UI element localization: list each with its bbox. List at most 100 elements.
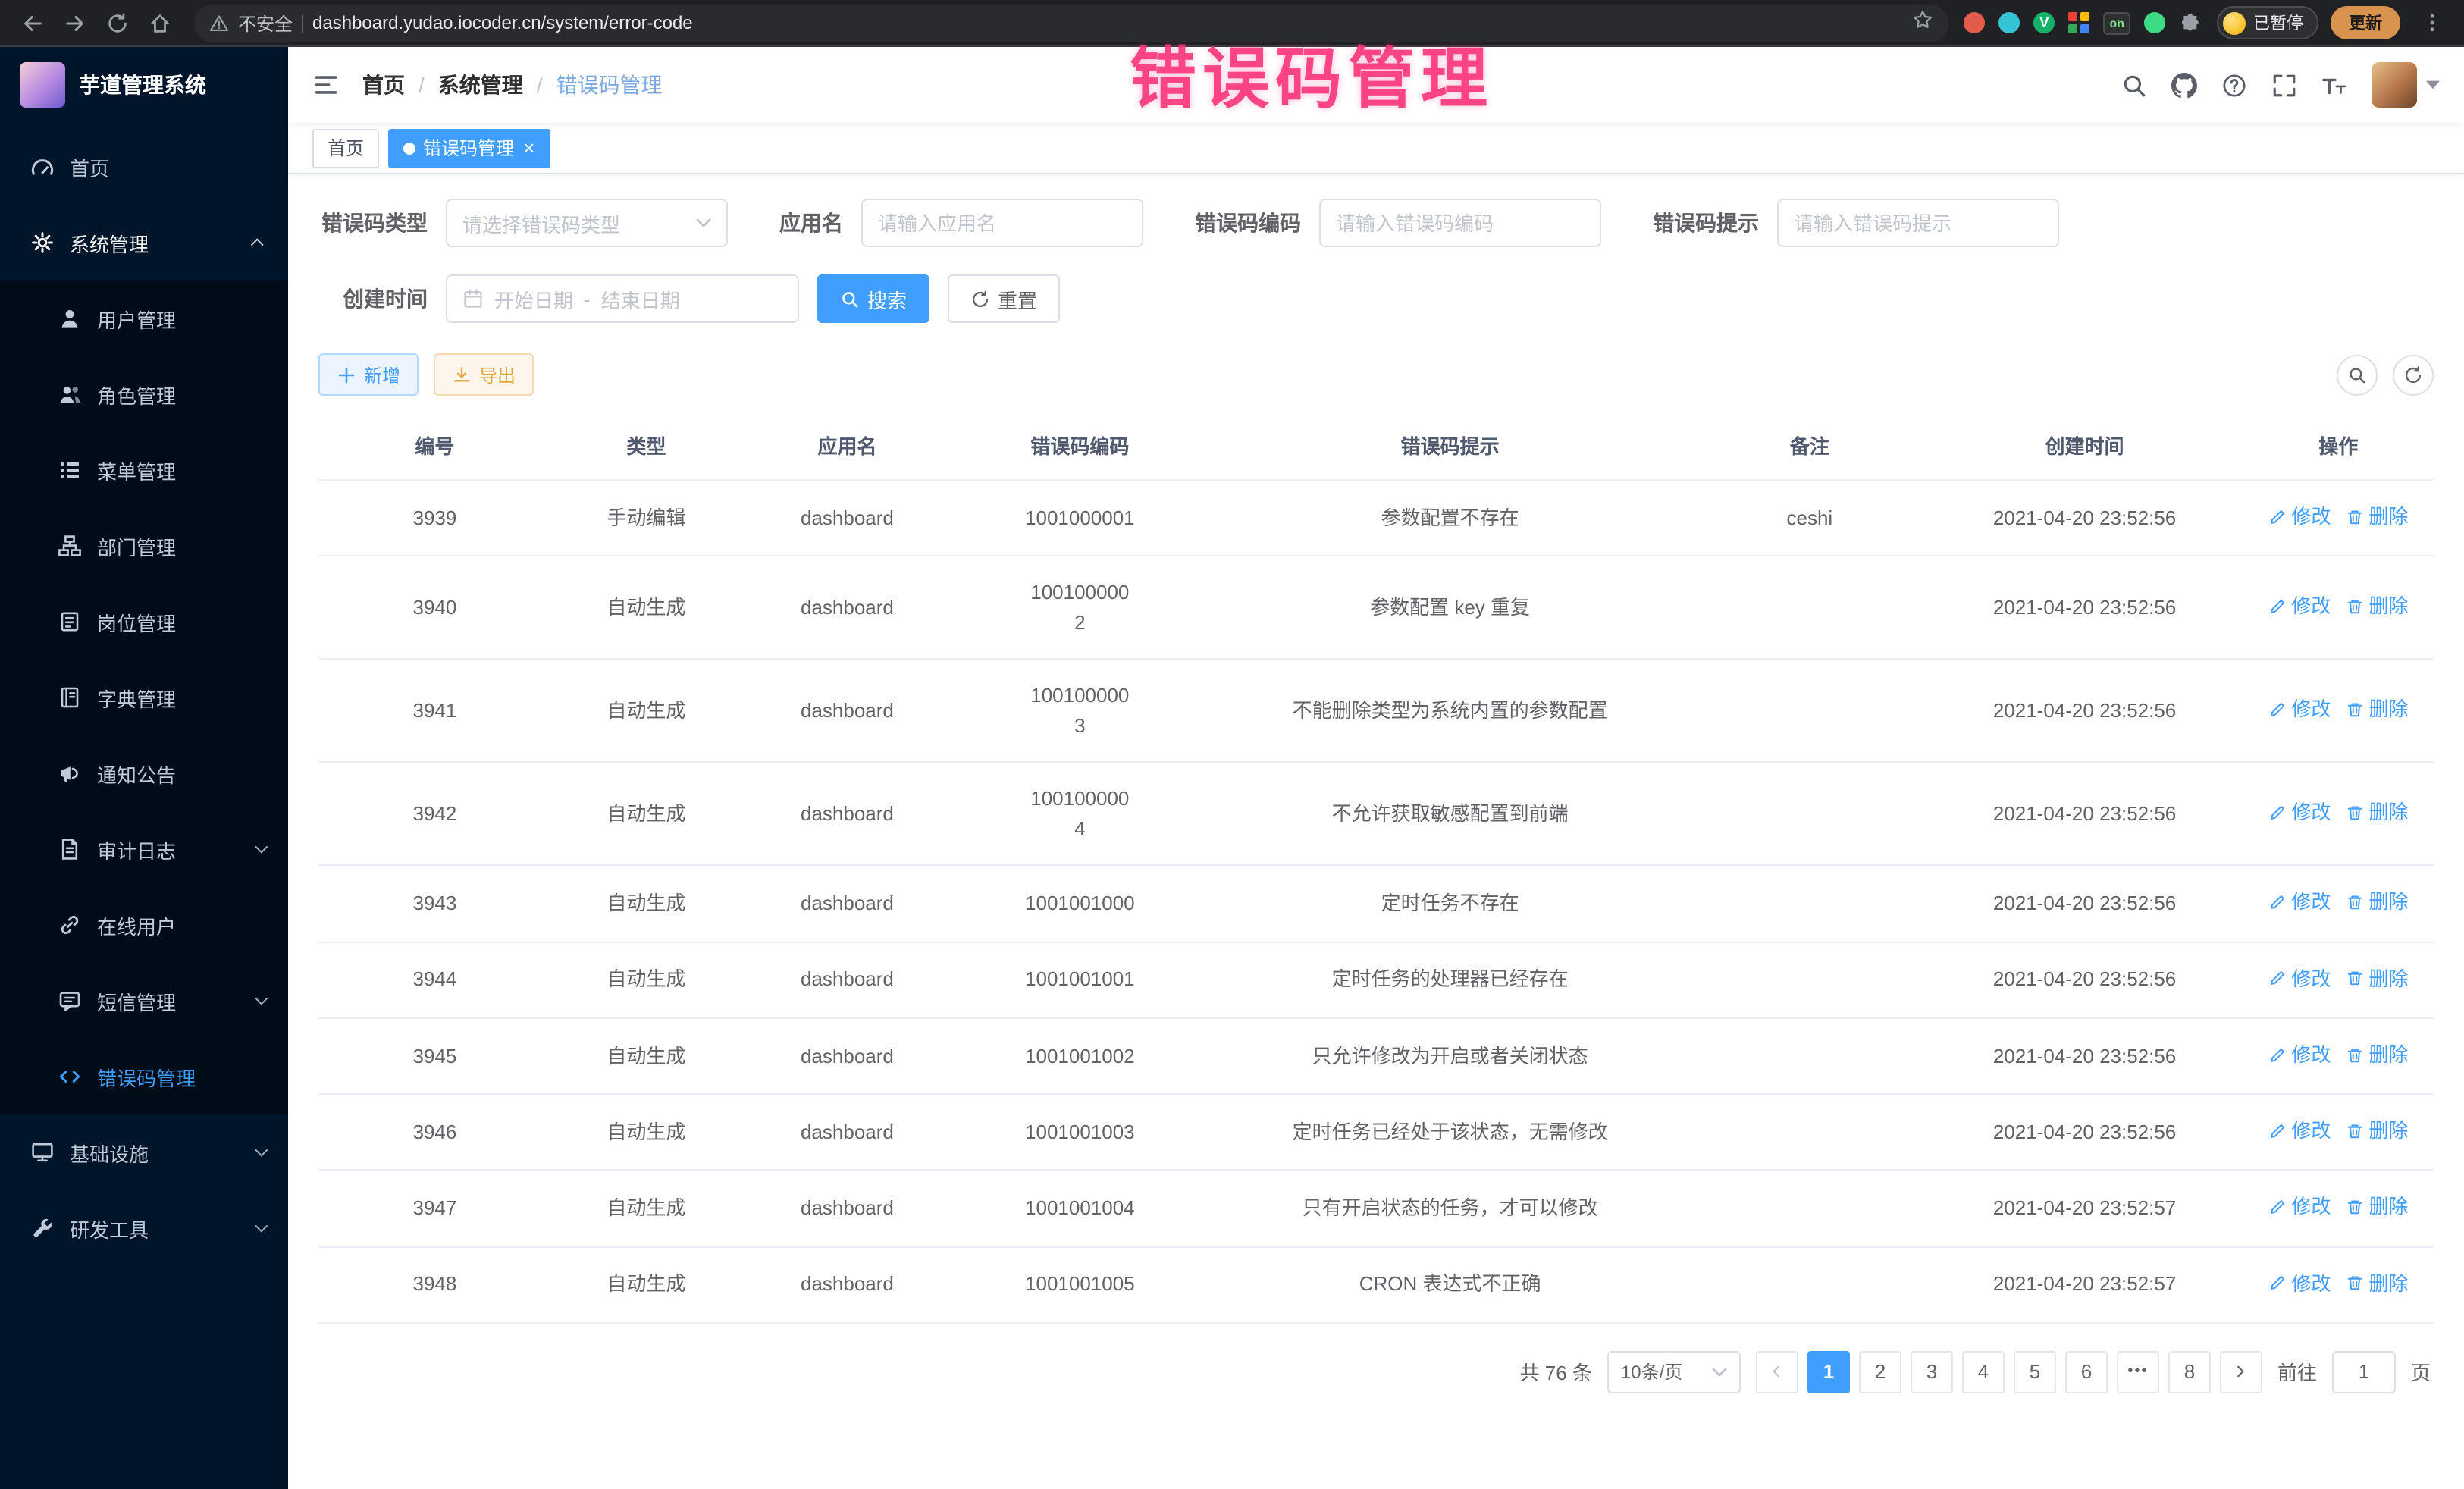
sidebar-item-system-management[interactable]: 系统管理 xyxy=(0,205,288,281)
help-icon[interactable] xyxy=(2221,72,2247,98)
edit-link[interactable]: 修改 xyxy=(2268,502,2331,531)
goto-page-input[interactable] xyxy=(2332,1351,2396,1393)
extension-icon[interactable]: V xyxy=(2033,12,2055,33)
cell-actions: 修改删除 xyxy=(2243,1094,2434,1171)
cell-id: 3948 xyxy=(318,1246,551,1323)
extension-palette-icon[interactable] xyxy=(2068,12,2089,33)
next-page-button[interactable] xyxy=(2220,1351,2262,1393)
tab-error-code[interactable]: 错误码管理× xyxy=(388,128,550,168)
close-icon[interactable]: × xyxy=(523,138,534,158)
search-button[interactable]: 搜索 xyxy=(817,274,929,323)
browser-home-icon[interactable] xyxy=(140,3,179,42)
page-button-2[interactable]: 2 xyxy=(1859,1351,1901,1393)
search-icon[interactable] xyxy=(2121,72,2147,98)
error-hint-input[interactable] xyxy=(1777,199,2059,247)
sidebar-item-label: 部门管理 xyxy=(97,531,176,560)
browser-reload-icon[interactable] xyxy=(97,3,136,42)
edit-link[interactable]: 修改 xyxy=(2268,1040,2331,1070)
github-icon[interactable] xyxy=(2171,72,2197,98)
sidebar-item-dept-management[interactable]: 部门管理 xyxy=(0,508,288,584)
extension-icon[interactable] xyxy=(1964,12,1985,33)
edit-link[interactable]: 修改 xyxy=(2268,1193,2331,1222)
page-size-select[interactable]: 10条/页 xyxy=(1607,1351,1741,1393)
export-button[interactable]: 导出 xyxy=(434,353,534,396)
prev-page-button[interactable] xyxy=(1756,1351,1798,1393)
sidebar-item-home[interactable]: 首页 xyxy=(0,129,288,205)
app-logo[interactable]: 芋道管理系统 xyxy=(0,47,288,123)
sidebar-item-user-management[interactable]: 用户管理 xyxy=(0,281,288,356)
refresh-button[interactable] xyxy=(2393,354,2434,395)
active-dot xyxy=(403,142,415,154)
browser-update-button[interactable]: 更新 xyxy=(2331,6,2400,39)
page-button-6[interactable]: 6 xyxy=(2065,1351,2108,1393)
user-avatar[interactable] xyxy=(2372,62,2440,108)
delete-link[interactable]: 删除 xyxy=(2346,1268,2408,1298)
add-button[interactable]: 新增 xyxy=(318,353,419,396)
sidebar-item-dev-tools[interactable]: 研发工具 xyxy=(0,1190,288,1266)
delete-link[interactable]: 删除 xyxy=(2346,1116,2408,1146)
page-button-4[interactable]: 4 xyxy=(1962,1351,2005,1393)
sidebar-item-audit-log[interactable]: 审计日志 xyxy=(0,811,288,887)
error-code-input[interactable] xyxy=(1319,199,1601,247)
extension-on-badge[interactable]: on xyxy=(2103,11,2130,34)
edit-link[interactable]: 修改 xyxy=(2268,1268,2331,1298)
edit-link[interactable]: 修改 xyxy=(2268,964,2331,993)
browser-menu-icon[interactable] xyxy=(2412,3,2452,42)
delete-link[interactable]: 删除 xyxy=(2346,1193,2408,1222)
page-button-8[interactable]: 8 xyxy=(2168,1351,2211,1393)
more-pages-button[interactable]: ••• xyxy=(2117,1351,2159,1393)
sidebar-item-post-management[interactable]: 岗位管理 xyxy=(0,584,288,660)
sidebar-item-error-code-management[interactable]: 错误码管理 xyxy=(0,1039,288,1114)
delete-link[interactable]: 删除 xyxy=(2346,694,2408,724)
total-count: 共 76 条 xyxy=(1520,1358,1592,1387)
delete-link[interactable]: 删除 xyxy=(2346,591,2408,621)
cell-app: dashboard xyxy=(741,1018,953,1095)
sidebar-item-notice[interactable]: 通知公告 xyxy=(0,735,288,811)
breadcrumb-item[interactable]: 系统管理 xyxy=(438,70,523,100)
extensions-puzzle-icon[interactable] xyxy=(2179,11,2202,34)
table-toolbar: 新增 导出 xyxy=(318,353,2434,396)
edit-link[interactable]: 修改 xyxy=(2268,888,2331,917)
address-bar[interactable]: 不安全 dashboard.yudao.iocoder.cn/system/er… xyxy=(194,4,1948,42)
error-type-select[interactable]: 请选择错误码类型 xyxy=(446,199,728,247)
delete-link[interactable]: 删除 xyxy=(2346,888,2408,917)
cell-hint: 参数配置 key 重复 xyxy=(1207,556,1694,660)
reset-button[interactable]: 重置 xyxy=(948,274,1060,323)
delete-link[interactable]: 删除 xyxy=(2346,798,2408,827)
sidebar-item-role-management[interactable]: 角色管理 xyxy=(0,356,288,432)
screenshot-root: 不安全 dashboard.yudao.iocoder.cn/system/er… xyxy=(0,0,2464,1489)
delete-link[interactable]: 删除 xyxy=(2346,502,2408,531)
date-range-picker[interactable]: 开始日期 - 结束日期 xyxy=(446,274,799,323)
extension-icon[interactable] xyxy=(1998,12,2020,33)
sidebar-item-sms-management[interactable]: 短信管理 xyxy=(0,963,288,1039)
delete-link[interactable]: 删除 xyxy=(2346,1040,2408,1070)
sidebar-item-menu-management[interactable]: 菜单管理 xyxy=(0,432,288,508)
breadcrumb-item[interactable]: 首页 xyxy=(362,70,405,100)
page-button-5[interactable]: 5 xyxy=(2014,1351,2056,1393)
tab-home[interactable]: 首页 xyxy=(312,128,379,168)
app-name-input[interactable] xyxy=(861,199,1143,247)
cell-id: 3943 xyxy=(318,866,551,942)
page-button-3[interactable]: 3 xyxy=(1911,1351,1953,1393)
sidebar-item-online-users[interactable]: 在线用户 xyxy=(0,887,288,963)
edit-link[interactable]: 修改 xyxy=(2268,1116,2331,1146)
cell-type: 自动生成 xyxy=(551,556,741,660)
extension-icon[interactable] xyxy=(2144,12,2165,33)
sidebar-item-label: 系统管理 xyxy=(70,228,149,257)
page-button-1[interactable]: 1 xyxy=(1807,1351,1850,1393)
edit-link[interactable]: 修改 xyxy=(2268,798,2331,827)
browser-back-icon[interactable] xyxy=(12,3,52,42)
bookmark-star-icon[interactable] xyxy=(1912,8,1933,37)
edit-link[interactable]: 修改 xyxy=(2268,694,2331,724)
delete-link[interactable]: 删除 xyxy=(2346,964,2408,993)
toggle-search-button[interactable] xyxy=(2337,354,2378,395)
fullscreen-icon[interactable] xyxy=(2271,72,2297,98)
font-size-icon[interactable] xyxy=(2321,72,2347,98)
browser-forward-icon[interactable] xyxy=(55,3,94,42)
hamburger-icon[interactable] xyxy=(312,71,340,99)
sidebar-item-dict-management[interactable]: 字典管理 xyxy=(0,660,288,735)
page-content: 错误码类型 请选择错误码类型 应用名 错误码编码 xyxy=(288,174,2464,1489)
profile-paused-badge[interactable]: 已暂停 xyxy=(2217,6,2318,39)
sidebar-item-infrastructure[interactable]: 基础设施 xyxy=(0,1114,288,1190)
edit-link[interactable]: 修改 xyxy=(2268,591,2331,621)
